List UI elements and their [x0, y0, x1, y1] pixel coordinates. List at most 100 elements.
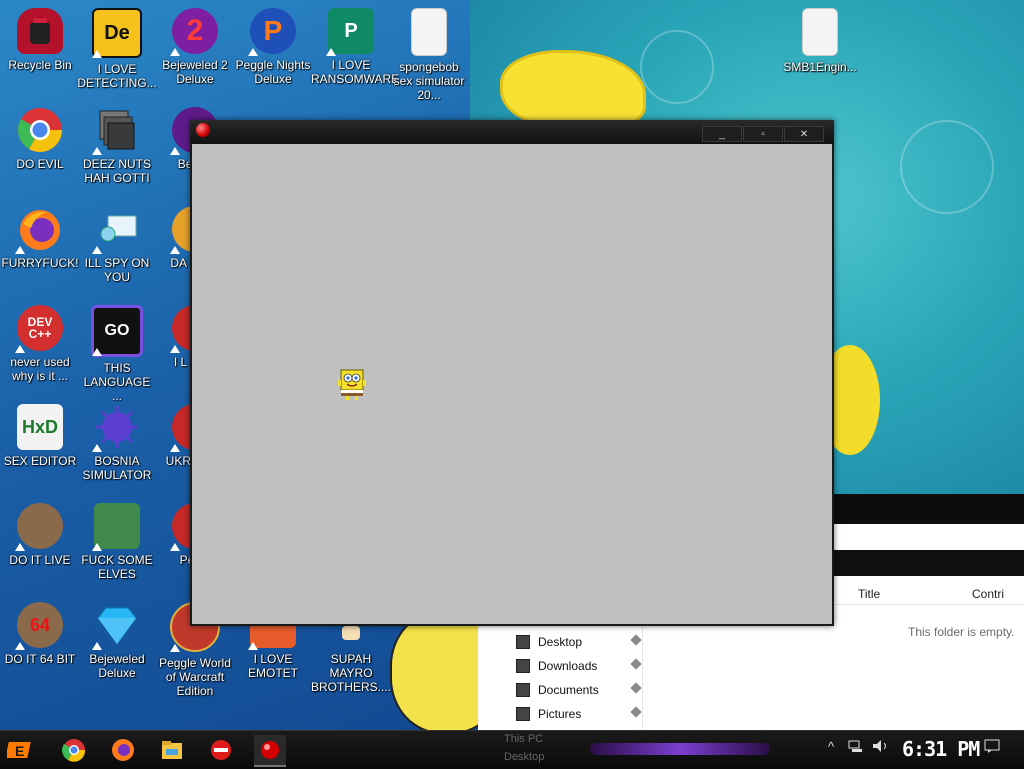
no-entry-icon	[211, 740, 231, 760]
goland-icon: GO	[91, 305, 143, 357]
nav-item-downloads[interactable]: Downloads	[484, 654, 644, 678]
shortcut-arrow-icon	[92, 543, 102, 551]
peggle-nights-icon: P	[248, 8, 296, 56]
wallpaper-bubble	[900, 120, 994, 214]
desktop-icon-bejeweled-deluxe[interactable]: Bejeweled Deluxe	[79, 602, 155, 680]
taskbar: E This PC Desktop ^ 6:31 PM	[0, 730, 1024, 769]
elf-game-icon	[92, 503, 140, 551]
nav-item-pictures[interactable]: Pictures	[484, 702, 644, 726]
pictures-folder-icon	[516, 707, 530, 721]
shortcut-arrow-icon	[248, 642, 258, 650]
taskbar-firefox-button[interactable]	[107, 735, 139, 765]
desktop-icon-bosnia[interactable]: BOSNIA SIMULATOR	[79, 404, 155, 482]
taskbar-decorative-bar	[590, 743, 770, 755]
pin-icon	[630, 634, 642, 646]
notifications-icon[interactable]	[984, 739, 1000, 756]
portrait-icon	[15, 503, 63, 551]
desktop-folder-icon	[516, 635, 530, 649]
desktop-icon-do-it-live[interactable]: DO IT LIVE	[2, 503, 78, 567]
quick-access-list: Desktop Downloads Documents Pictures	[484, 630, 644, 726]
desktop-icon-recycle-bin[interactable]: Recycle Bin	[2, 8, 78, 72]
column-header-title[interactable]: Title	[858, 587, 880, 601]
shortcut-arrow-icon	[92, 50, 102, 58]
desktop-icon-firefox[interactable]: FURRYFUCK!	[1, 206, 79, 270]
pin-icon	[630, 706, 642, 718]
shortcut-arrow-icon	[92, 444, 102, 452]
desktop-icon-deez-nuts[interactable]: DEEZ NUTS HAH GOTTI	[79, 107, 155, 185]
game-canvas[interactable]	[192, 144, 832, 624]
shortcut-arrow-icon	[92, 246, 102, 254]
spongebob-sprite-icon	[338, 369, 366, 400]
detect-it-easy-icon: De	[92, 8, 142, 58]
taskbar-ghost-text: This PC Desktop	[504, 733, 545, 763]
bejeweled-2-icon: 2	[170, 8, 218, 56]
shortcut-arrow-icon	[92, 642, 102, 650]
desktop-icon-devcpp[interactable]: DEV C++ never used why is it ...	[2, 305, 78, 383]
desktop-icon-detect-it-easy[interactable]: De I LOVE DETECTING...	[77, 8, 157, 90]
shortcut-arrow-icon	[15, 345, 25, 353]
shortcut-arrow-icon	[92, 348, 102, 356]
diamond-icon	[92, 602, 140, 650]
shortcut-arrow-icon	[15, 642, 25, 650]
pin-icon	[630, 682, 642, 694]
desktop-icon-smb1engine[interactable]: SMB1Engin...	[782, 8, 858, 74]
network-spy-icon	[92, 206, 140, 254]
desktop-icon-peggle-nights[interactable]: P Peggle Nights Deluxe	[235, 8, 311, 86]
desktop-icon-goland[interactable]: GO THIS LANGUAGE ...	[79, 305, 155, 403]
red-ball-app-icon	[261, 741, 279, 759]
blank-file-icon	[802, 8, 838, 56]
start-button[interactable]: E	[6, 735, 38, 765]
explorer-column-headers: Title Contri	[834, 582, 1024, 605]
start-logo-icon: E	[7, 742, 31, 759]
taskbar-game-window-button[interactable]	[254, 735, 286, 767]
folder-icon	[162, 741, 182, 759]
chrome-icon	[62, 739, 86, 762]
recycle-bin-icon	[17, 8, 63, 54]
game-window-title-bar[interactable]: _ ▫ ✕	[190, 120, 834, 144]
chrome-icon	[17, 107, 63, 153]
maximize-button[interactable]: ▫	[743, 126, 783, 142]
firefox-icon	[15, 206, 63, 254]
shortcut-arrow-icon	[248, 48, 258, 56]
documents-folder-icon	[516, 683, 530, 697]
desktop-icon-bejeweled-2[interactable]: 2 Bejeweled 2 Deluxe	[157, 8, 233, 86]
close-button[interactable]: ✕	[784, 126, 824, 142]
portrait-64-icon: 64	[15, 602, 63, 650]
devcpp-icon: DEV C++	[15, 305, 63, 353]
shortcut-arrow-icon	[170, 543, 180, 551]
desktop-icon-elves[interactable]: FUCK SOME ELVES	[79, 503, 155, 581]
shortcut-arrow-icon	[326, 48, 336, 56]
taskbar-clock[interactable]: 6:31 PM	[902, 737, 980, 761]
desktop-icon-ransomware[interactable]: P I LOVE RANSOMWARE	[311, 8, 399, 86]
minimize-button[interactable]: _	[702, 126, 742, 142]
shortcut-arrow-icon	[15, 543, 25, 551]
column-header-contributing[interactable]: Contri	[972, 587, 1004, 601]
shortcut-arrow-icon	[92, 147, 102, 155]
network-icon[interactable]	[848, 739, 864, 756]
shortcut-arrow-icon	[15, 246, 25, 254]
empty-folder-message: This folder is empty.	[908, 625, 1015, 639]
volume-icon[interactable]	[872, 739, 890, 756]
desktop-icon-do-it-64-bit[interactable]: 64 DO IT 64 BIT	[2, 602, 78, 666]
svg-text:E: E	[15, 743, 24, 759]
shortcut-arrow-icon	[170, 345, 180, 353]
desktop-icon-chrome[interactable]: DO EVIL	[2, 107, 78, 171]
pin-icon	[630, 658, 642, 670]
desktop-icon-spongebob-simulator[interactable]: spongebob sex simulator 20...	[391, 8, 467, 102]
hxd-editor-icon: HxD	[17, 404, 63, 450]
taskbar-file-explorer-button[interactable]	[156, 735, 188, 765]
downloads-folder-icon	[516, 659, 530, 673]
publisher-app-icon: P	[326, 8, 374, 56]
desktop-icon-hxd[interactable]: HxD SEX EDITOR	[2, 404, 78, 468]
tray-overflow-chevron[interactable]: ^	[828, 739, 834, 754]
game-window[interactable]: _ ▫ ✕	[190, 120, 834, 626]
blank-file-icon	[411, 8, 447, 56]
taskbar-stop-app-button[interactable]	[205, 735, 237, 765]
nav-item-desktop[interactable]: Desktop	[484, 630, 644, 654]
taskbar-chrome-button[interactable]	[58, 735, 90, 765]
desktop-icon-spy[interactable]: ILL SPY ON YOU	[79, 206, 155, 284]
red-ball-app-icon	[196, 123, 210, 137]
spiked-ball-icon	[92, 404, 140, 452]
shortcut-arrow-icon	[170, 48, 180, 56]
nav-item-documents[interactable]: Documents	[484, 678, 644, 702]
